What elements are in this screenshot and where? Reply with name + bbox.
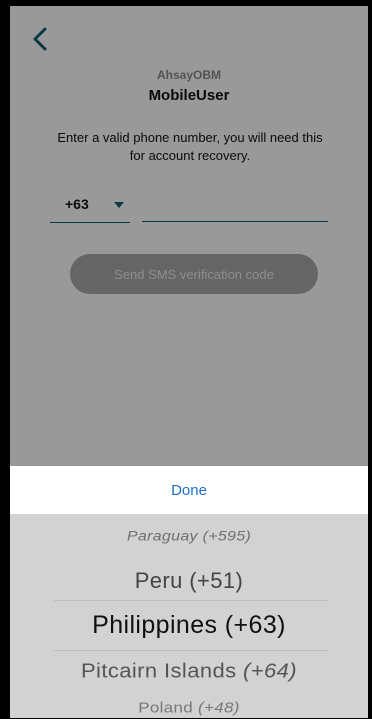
- picker-item-country: Peru: [134, 568, 183, 593]
- picker-item[interactable]: Peru (+51): [10, 568, 368, 594]
- picker-item[interactable]: Poland (+48): [10, 700, 368, 717]
- picker-item[interactable]: Paraguay (+595): [10, 529, 368, 544]
- picker-item[interactable]: Pitcairn Islands (+64): [10, 659, 368, 683]
- picker-item-code: (+63): [224, 611, 286, 639]
- picker-item-code: (+48): [198, 699, 240, 716]
- picker-item-selected[interactable]: Philippines (+63): [10, 611, 368, 640]
- picker-item-code: (+595): [202, 529, 252, 544]
- country-picker[interactable]: Paraguay (+595) Peru (+51) Philippines (…: [10, 514, 368, 718]
- done-button[interactable]: Done: [171, 482, 207, 499]
- picker-item-country: Paraguay: [126, 529, 198, 544]
- picker-selection-line-top: [54, 600, 328, 601]
- picker-item-country: Philippines: [92, 611, 218, 639]
- picker-item-country: Poland: [138, 699, 194, 716]
- picker-item-country: Pitcairn Islands: [80, 659, 237, 683]
- picker-toolbar: Done: [10, 466, 368, 514]
- phone-frame: AhsayOBM MobileUser Enter a valid phone …: [10, 6, 368, 718]
- picker-item-code: (+51): [189, 568, 244, 593]
- modal-overlay[interactable]: [10, 6, 368, 466]
- phone-verification-screen: AhsayOBM MobileUser Enter a valid phone …: [10, 6, 368, 466]
- picker-item-code: (+64): [243, 659, 298, 683]
- picker-selection-line-bottom: [54, 650, 328, 651]
